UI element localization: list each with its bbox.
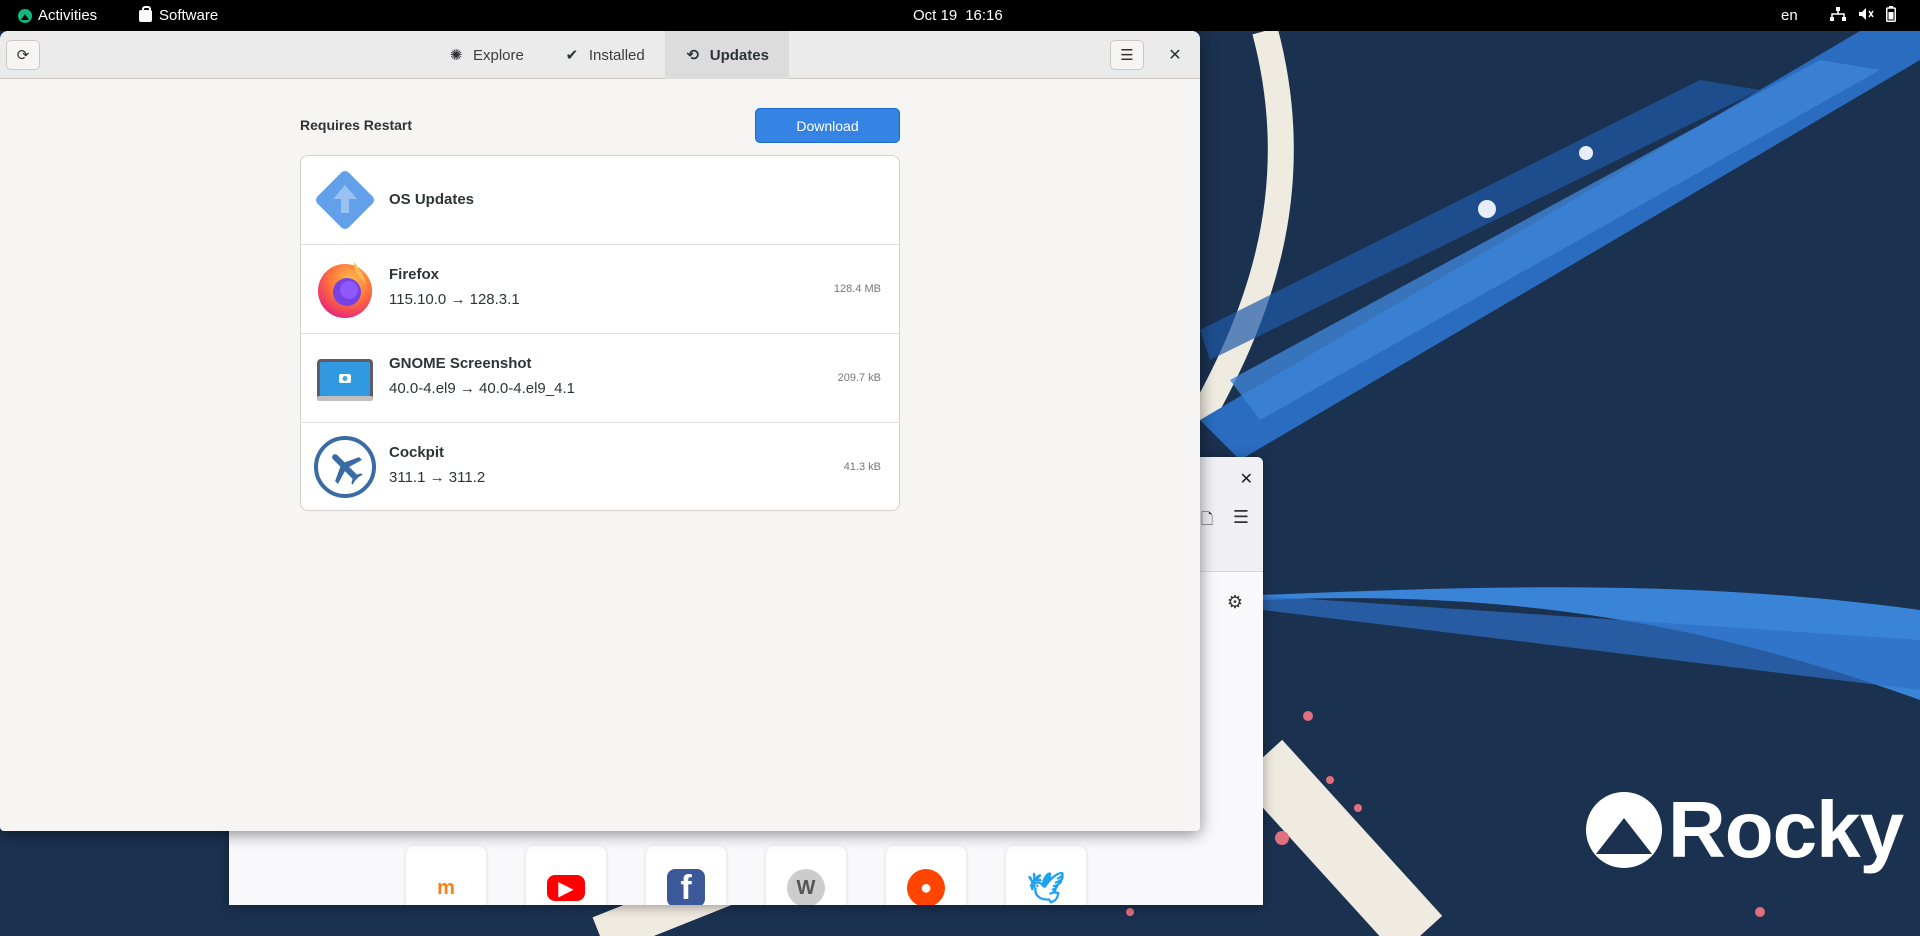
update-version: 115.10.0 → 128.3.1 — [389, 291, 520, 308]
rocky-mark-icon — [1586, 792, 1662, 868]
tab-updates[interactable]: ⟲ Updates — [664, 31, 789, 79]
reddit-icon: ● — [907, 869, 945, 905]
list-item[interactable]: Cockpit 311.1 → 311.2 41.3 kB — [301, 423, 899, 510]
gnome-screenshot-icon — [317, 359, 373, 401]
network-icon — [1830, 6, 1846, 25]
firefox-settings-gear-icon[interactable]: ⚙ — [1227, 592, 1243, 613]
updates-sync-icon: ⟲ — [686, 47, 700, 64]
update-name: OS Updates — [389, 191, 475, 208]
shortcut-tile[interactable]: m — [406, 846, 486, 905]
tab-updates-label: Updates — [709, 46, 769, 64]
app-menu-button[interactable]: Software — [139, 0, 218, 31]
update-name: GNOME Screenshot — [389, 355, 532, 372]
update-version: 311.1 → 311.2 — [389, 469, 486, 486]
close-icon: ✕ — [1168, 47, 1182, 64]
list-item[interactable]: Firefox 115.10.0 → 128.3.1 128.4 MB — [301, 245, 899, 334]
shortcut-tile[interactable]: W — [766, 846, 846, 905]
clock-date: Oct 19 — [913, 7, 958, 24]
refresh-icon: ⟳ — [16, 47, 30, 64]
rocky-logo: Rocky — [1586, 784, 1904, 876]
update-size: 128.4 MB — [833, 283, 881, 295]
hamburger-menu-icon: ☰ — [1120, 47, 1134, 64]
clock-button[interactable]: Oct 19 16:16 — [913, 0, 1003, 31]
update-size: 209.7 kB — [837, 372, 881, 384]
moodle-icon: m — [437, 876, 455, 899]
shortcut-tile[interactable]: ▶ — [526, 846, 606, 905]
system-tray[interactable] — [1830, 0, 1896, 31]
shortcut-tile[interactable]: 🕊 — [1006, 846, 1086, 905]
list-item[interactable]: OS Updates — [301, 156, 899, 245]
refresh-button[interactable]: ⟳ — [6, 40, 40, 70]
keyboard-layout-indicator[interactable]: en — [1781, 0, 1798, 31]
firefox-menu-icon[interactable]: ☰ — [1233, 507, 1249, 528]
list-item[interactable]: GNOME Screenshot 40.0-4.el9 → 40.0-4.el9… — [301, 334, 899, 423]
os-updates-icon — [315, 170, 375, 230]
view-switcher: ✺ Explore ✔ Installed ⟲ Updates — [428, 31, 789, 79]
clock-time: 16:16 — [965, 7, 1003, 24]
firefox-icon — [318, 262, 372, 318]
top-bar: Activities Software Oct 19 16:16 en — [0, 0, 1920, 31]
shortcut-tile[interactable]: f — [646, 846, 726, 905]
activities-button[interactable]: Activities — [18, 0, 97, 31]
tab-installed-label: Installed — [588, 46, 645, 64]
main-menu-button[interactable]: ☰ — [1110, 40, 1144, 70]
software-bag-icon — [139, 5, 152, 22]
battery-icon — [1886, 5, 1896, 26]
tab-installed[interactable]: ✔ Installed — [544, 31, 665, 79]
twitter-icon: 🕊 — [1026, 871, 1066, 905]
update-version: 40.0-4.el9 → 40.0-4.el9_4.1 — [389, 380, 575, 397]
window-close-button[interactable]: ✕ — [1160, 40, 1190, 70]
explore-icon: ✺ — [449, 47, 463, 64]
installed-check-icon: ✔ — [565, 47, 579, 64]
wikipedia-icon: W — [787, 869, 825, 905]
cockpit-icon — [314, 436, 376, 498]
update-size: 41.3 kB — [843, 461, 881, 473]
update-name: Firefox — [389, 266, 440, 283]
rocky-brand-text: Rocky — [1668, 785, 1904, 874]
download-button[interactable]: Download — [755, 108, 900, 143]
app-menu-label: Software — [159, 7, 219, 24]
tab-explore[interactable]: ✺ Explore — [428, 31, 544, 79]
language-label: en — [1781, 7, 1798, 24]
tab-explore-label: Explore — [473, 46, 524, 64]
firefox-close-icon[interactable]: ✕ — [1240, 469, 1253, 489]
update-name: Cockpit — [389, 444, 445, 461]
firefox-shortcut-tiles: m ▶ f W ● 🕊 — [406, 846, 1086, 905]
software-window: ⟳ ✺ Explore ✔ Installed ⟲ Updates ☰ ✕ Re… — [0, 31, 1200, 831]
updates-list: OS Updates Firefox 115.10.0 → 128.3.1 12… — [300, 155, 900, 511]
activities-label: Activities — [38, 7, 98, 24]
rocky-activities-icon — [18, 8, 32, 23]
header-bar: ⟳ ✺ Explore ✔ Installed ⟲ Updates ☰ ✕ — [0, 31, 1200, 79]
youtube-icon: ▶ — [547, 875, 585, 901]
facebook-icon: f — [667, 869, 705, 905]
section-title: Requires Restart — [300, 117, 413, 133]
shortcut-tile[interactable]: ● — [886, 846, 966, 905]
volume-muted-icon — [1858, 7, 1874, 25]
firefox-document-icon[interactable]: 🗋 — [1201, 509, 1213, 534]
